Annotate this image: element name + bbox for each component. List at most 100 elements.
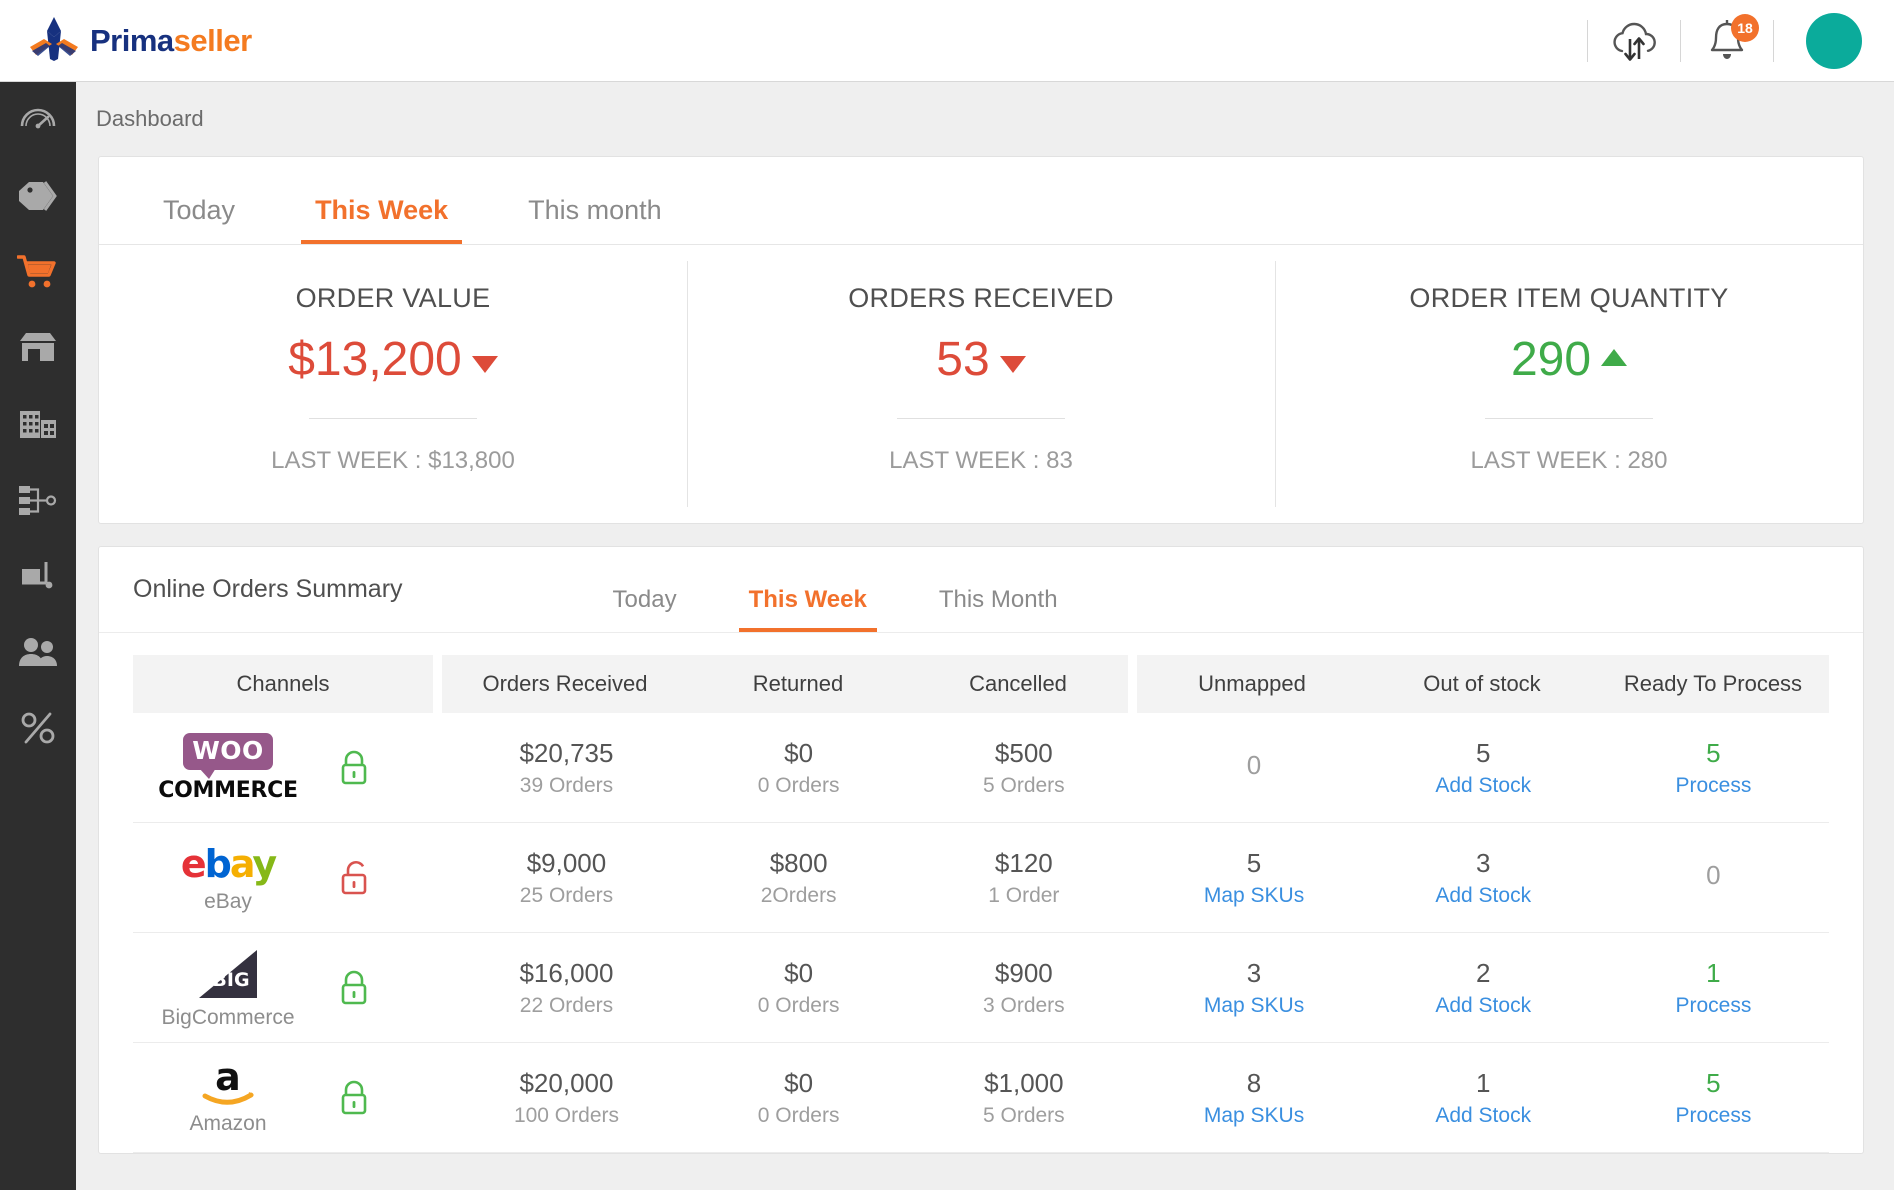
add-stock-link[interactable]: Add Stock <box>1435 884 1531 908</box>
bigcommerce-logo: BIG BigCommerce <box>133 946 323 1030</box>
lock-closed-icon <box>341 970 367 1004</box>
tab-this-month[interactable]: This month <box>514 197 676 244</box>
svg-text:a: a <box>215 1060 241 1099</box>
value: $9,000 <box>526 848 607 879</box>
cell-unmapped: 5 Map SKUs <box>1139 847 1368 908</box>
sidebar-item-dashboard[interactable] <box>0 82 76 158</box>
primaseller-logo-icon <box>30 16 78 61</box>
sidebar-item-taxes[interactable] <box>0 690 76 766</box>
kpi-value-container: $13,200 <box>288 336 498 384</box>
tab-this-week[interactable]: This Week <box>301 197 463 244</box>
process-link[interactable]: Process <box>1675 1104 1751 1128</box>
cell-unmapped: 8 Map SKUs <box>1139 1067 1368 1128</box>
subvalue: 0 Orders <box>757 1103 840 1127</box>
add-stock-link[interactable]: Add Stock <box>1435 994 1531 1018</box>
cell-orders-received: $20,735 39 Orders <box>444 737 689 798</box>
lock-status[interactable] <box>323 747 385 789</box>
cell-returned: $0 0 Orders <box>689 1067 908 1128</box>
sidebar-item-shipping[interactable] <box>0 538 76 614</box>
cell-cancelled: $500 5 Orders <box>908 737 1139 798</box>
cell-orders-received: $16,000 22 Orders <box>444 957 689 1018</box>
notification-badge: 18 <box>1731 13 1759 42</box>
value: 2 <box>1475 958 1491 989</box>
top-bar: Primaseller 18 <box>0 0 1894 82</box>
tab-today[interactable]: Today <box>149 197 249 244</box>
value: 5 <box>1706 738 1721 769</box>
value: $16,000 <box>519 958 614 989</box>
kpi-card: Today This Week This month ORDER VALUE $… <box>98 156 1864 524</box>
lock-closed-icon <box>341 750 367 784</box>
summary-tab-this-week[interactable]: This Week <box>738 588 877 632</box>
column-header-out-of-stock: Out of stock <box>1423 671 1541 696</box>
cloud-sync-icon <box>1613 22 1656 61</box>
sidebar-item-workflow[interactable] <box>0 462 76 538</box>
value: $0 <box>784 1068 814 1099</box>
column-header-orders-received: Orders Received <box>482 671 648 696</box>
online-orders-summary-card: Online Orders Summary Today This Week Th… <box>98 546 1864 1154</box>
value: $1,000 <box>984 1068 1064 1099</box>
cell-ready-to-process: 5 Process <box>1598 737 1829 798</box>
value: 0 <box>1706 860 1721 891</box>
kpi-order-value: ORDER VALUE $13,200 LAST WEEK : $13,800 <box>99 245 687 523</box>
sidebar <box>0 82 76 1190</box>
divider <box>897 418 1065 419</box>
sidebar-item-customers[interactable] <box>0 614 76 690</box>
process-link[interactable]: Process <box>1675 994 1751 1018</box>
value: 5 <box>1706 1068 1721 1099</box>
value: $120 <box>994 848 1053 879</box>
table-row: a Amazon $20,000 100 Orders $0 0 Orders … <box>133 1043 1829 1153</box>
process-link[interactable]: Process <box>1675 774 1751 798</box>
subvalue: 100 Orders <box>513 1103 619 1127</box>
map-skus-link[interactable]: Map SKUs <box>1204 884 1304 908</box>
cell-cancelled: $120 1 Order <box>908 847 1139 908</box>
orders-summary-tab-bar: Today This Week This Month <box>603 547 1120 632</box>
channel-cell: ebay eBay <box>133 842 444 914</box>
channel-name: BigCommerce <box>161 1005 295 1029</box>
lock-status[interactable] <box>323 857 385 899</box>
avatar[interactable] <box>1806 12 1862 69</box>
amazon-logo: a Amazon <box>133 1060 323 1136</box>
map-skus-link[interactable]: Map SKUs <box>1204 1104 1304 1128</box>
kpi-title: ORDER VALUE <box>295 283 491 313</box>
cell-returned: $0 0 Orders <box>689 737 908 798</box>
cell-cancelled: $900 3 Orders <box>908 957 1139 1018</box>
summary-tab-this-month[interactable]: This Month <box>929 588 1068 632</box>
lock-status[interactable] <box>323 1077 385 1119</box>
sidebar-item-catalog[interactable] <box>0 158 76 234</box>
cell-orders-received: $20,000 100 Orders <box>444 1067 689 1128</box>
cell-returned: $0 0 Orders <box>689 957 908 1018</box>
sidebar-item-warehouses[interactable] <box>0 386 76 462</box>
table-row: WOO COMMERCE $20,735 39 Orders $0 0 Orde… <box>133 713 1829 823</box>
kpi-value-container: 290 <box>1511 336 1628 384</box>
map-skus-link[interactable]: Map SKUs <box>1204 994 1304 1018</box>
divider <box>1485 418 1653 419</box>
value: 3 <box>1475 848 1491 879</box>
kpi-value-container: 53 <box>936 336 1026 384</box>
cell-out-of-stock: 2 Add Stock <box>1369 957 1598 1018</box>
subvalue: 0 Orders <box>757 773 840 797</box>
notifications-button[interactable]: 18 <box>1681 0 1773 82</box>
ebay-logo: ebay eBay <box>133 842 323 914</box>
value: 1 <box>1706 958 1721 989</box>
channel-name: eBay <box>204 889 252 913</box>
cloud-sync-button[interactable] <box>1588 0 1680 82</box>
kpi-last-period: LAST WEEK : 83 <box>889 447 1073 475</box>
logo-seller-text: seller <box>173 22 253 58</box>
cell-out-of-stock: 3 Add Stock <box>1369 847 1598 908</box>
svg-text:BIG: BIG <box>212 969 249 991</box>
kpi-last-value: $13,800 <box>428 447 515 474</box>
sidebar-item-orders[interactable] <box>0 234 76 310</box>
cell-out-of-stock: 5 Add Stock <box>1369 737 1598 798</box>
table-row: ebay eBay $9,000 25 Orders $800 2Orders … <box>133 823 1829 933</box>
add-stock-link[interactable]: Add Stock <box>1435 1104 1531 1128</box>
app-logo[interactable]: Primaseller <box>26 15 252 67</box>
add-stock-link[interactable]: Add Stock <box>1435 774 1531 798</box>
sidebar-item-stores[interactable] <box>0 310 76 386</box>
lock-status[interactable] <box>323 967 385 1009</box>
kpi-last-period: LAST WEEK : 280 <box>1471 447 1668 475</box>
trend-up-icon <box>1601 348 1628 366</box>
summary-tab-today[interactable]: Today <box>603 588 687 632</box>
table-row: BIG BigCommerce $16,000 22 Orders $0 0 O… <box>133 933 1829 1043</box>
cell-ready-to-process: 5 Process <box>1598 1067 1829 1128</box>
cell-cancelled: $1,000 5 Orders <box>908 1067 1139 1128</box>
